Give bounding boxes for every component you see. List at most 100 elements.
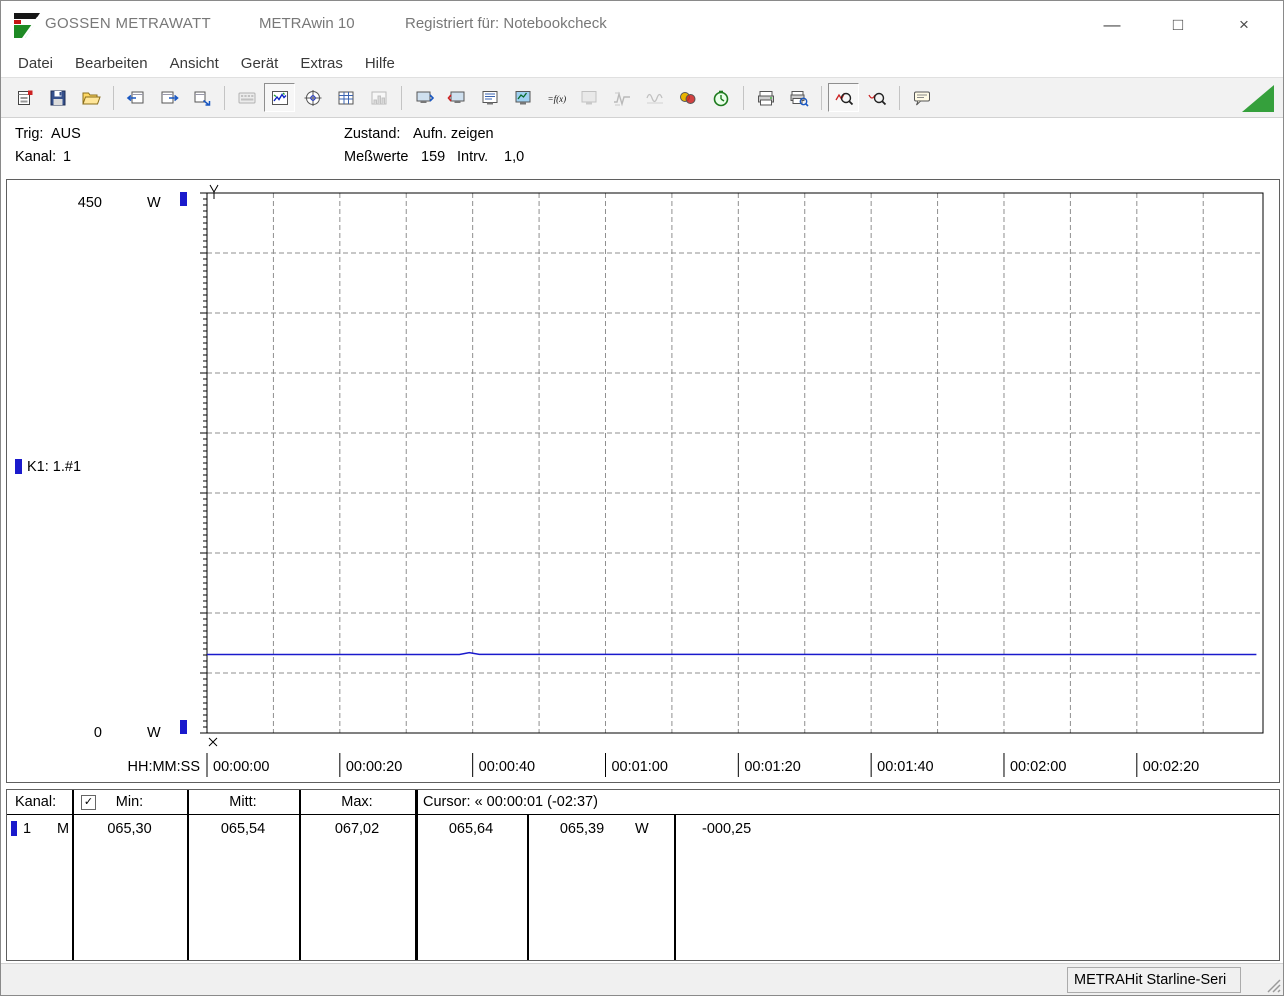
- row-max: 067,02: [299, 821, 415, 837]
- col-header-kanal: Kanal:: [15, 794, 56, 810]
- export-right-button[interactable]: [153, 83, 184, 112]
- power-chart[interactable]: 450W0WK1: 1.#1HH:MM:SS00:00:0000:00:2000…: [7, 180, 1279, 782]
- row-cursor-a: 065,64: [415, 821, 527, 837]
- legend-color-marker: [15, 459, 22, 474]
- x-tick-label: 00:01:20: [744, 759, 800, 775]
- brand-text: GOSSEN METRAWATT: [45, 15, 211, 32]
- yt-chart-button[interactable]: [264, 83, 295, 112]
- menu-extras[interactable]: Extras: [289, 55, 354, 72]
- device-download-icon: [414, 89, 434, 107]
- toolbar-separator: [224, 86, 225, 110]
- numeric-display-button: [231, 83, 262, 112]
- axis-marker-bottom: [180, 720, 187, 734]
- chart-grid: [207, 193, 1263, 733]
- print-preview-button[interactable]: [783, 83, 814, 112]
- title-bar: GOSSEN METRAWATT METRAwin 10 Registriert…: [1, 1, 1283, 49]
- device-list-button[interactable]: [474, 83, 505, 112]
- column-divider: [415, 790, 418, 960]
- device-upload-button[interactable]: [441, 83, 472, 112]
- x-tick-label: 00:00:20: [346, 759, 402, 775]
- col-header-mitt: Mitt:: [187, 794, 299, 810]
- y-axis-ticks: [200, 193, 207, 733]
- recording-info: Trig: AUS Kanal: 1 Zustand: Aufn. zeigen…: [1, 118, 1283, 179]
- toolbar-separator: [899, 86, 900, 110]
- menu-bar: DateiBearbeitenAnsichtGerätExtrasHilfe: [1, 49, 1283, 77]
- zoom-value-icon: [867, 89, 887, 107]
- close-button[interactable]: ×: [1211, 1, 1277, 49]
- histogram-view-button: [363, 83, 394, 112]
- histogram-view-icon: [369, 89, 389, 107]
- minimize-button[interactable]: —: [1079, 1, 1145, 49]
- device-monitor-button[interactable]: [507, 83, 538, 112]
- new-file-button[interactable]: [9, 83, 40, 112]
- trigger-value: AUS: [51, 126, 81, 142]
- color-channels-button[interactable]: [672, 83, 703, 112]
- status-bar: METRAHit Starline-Seri: [1, 963, 1283, 995]
- x-tick-labels: 00:00:0000:00:2000:00:4000:01:0000:01:20…: [207, 753, 1199, 777]
- formula-icon: =f(x): [546, 89, 566, 107]
- y-unit-bottom-label: W: [147, 725, 161, 741]
- interval-label: Intrv.: [457, 149, 488, 165]
- x-tick-label: 00:02:20: [1143, 759, 1199, 775]
- annotation-icon: [912, 89, 932, 107]
- resize-grip-icon[interactable]: [1265, 977, 1281, 993]
- zoom-time-button[interactable]: [828, 83, 859, 112]
- row-delta: -000,25: [702, 821, 751, 837]
- formula-button[interactable]: =f(x): [540, 83, 571, 112]
- samples-label: Meßwerte: [344, 149, 408, 165]
- x-tick-label: 00:01:40: [877, 759, 933, 775]
- column-divider: [674, 814, 676, 960]
- x-tick-label: 00:00:00: [213, 759, 269, 775]
- menu-datei[interactable]: Datei: [7, 55, 64, 72]
- waveform-b-button: [639, 83, 670, 112]
- state-label: Zustand:: [344, 126, 400, 142]
- save-file-button[interactable]: [42, 83, 73, 112]
- xy-chart-button[interactable]: [297, 83, 328, 112]
- export-window-icon: [192, 89, 212, 107]
- annotation-button[interactable]: [906, 83, 937, 112]
- zoom-value-button[interactable]: [861, 83, 892, 112]
- x-axis-format-label: HH:MM:SS: [128, 759, 201, 775]
- app-title: METRAwin 10: [259, 15, 355, 32]
- col-header-max: Max:: [299, 794, 415, 810]
- channel-value: 1: [63, 149, 71, 165]
- device-upload-icon: [447, 89, 467, 107]
- waveform-a-button: [606, 83, 637, 112]
- save-file-icon: [48, 89, 68, 107]
- menu-bearbeiten[interactable]: Bearbeiten: [64, 55, 159, 72]
- table-view-icon: [336, 89, 356, 107]
- table-view-button[interactable]: [330, 83, 361, 112]
- menu-geraet[interactable]: Gerät: [230, 55, 290, 72]
- stopwatch-icon: [711, 89, 731, 107]
- channel-label: Kanal:: [15, 149, 56, 165]
- device-download-button[interactable]: [408, 83, 439, 112]
- menu-hilfe[interactable]: Hilfe: [354, 55, 406, 72]
- toolbar-separator: [743, 86, 744, 110]
- row-mode: M: [57, 821, 69, 837]
- waveform-a-icon: [612, 89, 632, 107]
- print-button[interactable]: [750, 83, 781, 112]
- device-offline-button: [573, 83, 604, 112]
- open-folder-icon: [81, 89, 101, 107]
- stopwatch-button[interactable]: [705, 83, 736, 112]
- export-left-button[interactable]: [120, 83, 151, 112]
- y-unit-top-label: W: [147, 195, 161, 211]
- toolbar-separator: [821, 86, 822, 110]
- export-left-icon: [126, 89, 146, 107]
- x-tick-label: 00:01:00: [611, 759, 667, 775]
- x-cursor-mark: [209, 738, 217, 746]
- menu-ansicht[interactable]: Ansicht: [159, 55, 230, 72]
- device-list-icon: [480, 89, 500, 107]
- col-header-min: Min:: [72, 794, 187, 810]
- samples-value: 159: [421, 149, 445, 165]
- trigger-label: Trig:: [15, 126, 43, 142]
- device-monitor-icon: [513, 89, 533, 107]
- open-folder-button[interactable]: [75, 83, 106, 112]
- waveform-b-icon: [645, 89, 665, 107]
- state-value: Aufn. zeigen: [413, 126, 494, 142]
- export-window-button[interactable]: [186, 83, 217, 112]
- device-offline-icon: [579, 89, 599, 107]
- toolbar: =f(x): [1, 77, 1283, 118]
- registered-text: Registriert für: Notebookcheck: [405, 15, 607, 32]
- maximize-button[interactable]: □: [1145, 1, 1211, 49]
